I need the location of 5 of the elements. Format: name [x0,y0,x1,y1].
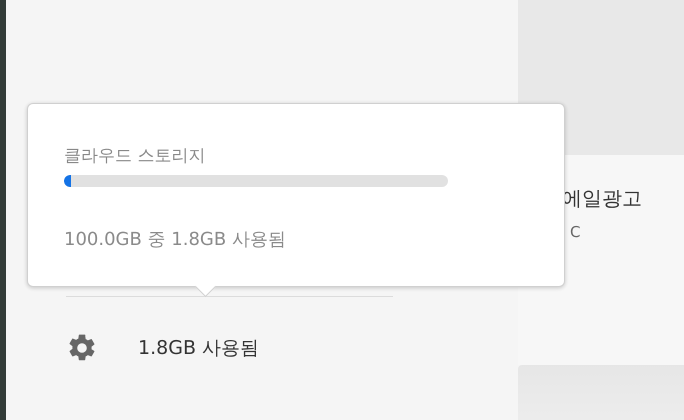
storage-used-label[interactable]: 1.8GB 사용됨 [138,335,260,361]
item-subtitle: C [570,223,580,241]
storage-usage-text: 100.0GB 중 1.8GB 사용됨 [64,228,287,251]
item-title[interactable]: 에일광고 [562,185,684,212]
popover-title: 클라우드 스토리지 [64,145,206,167]
